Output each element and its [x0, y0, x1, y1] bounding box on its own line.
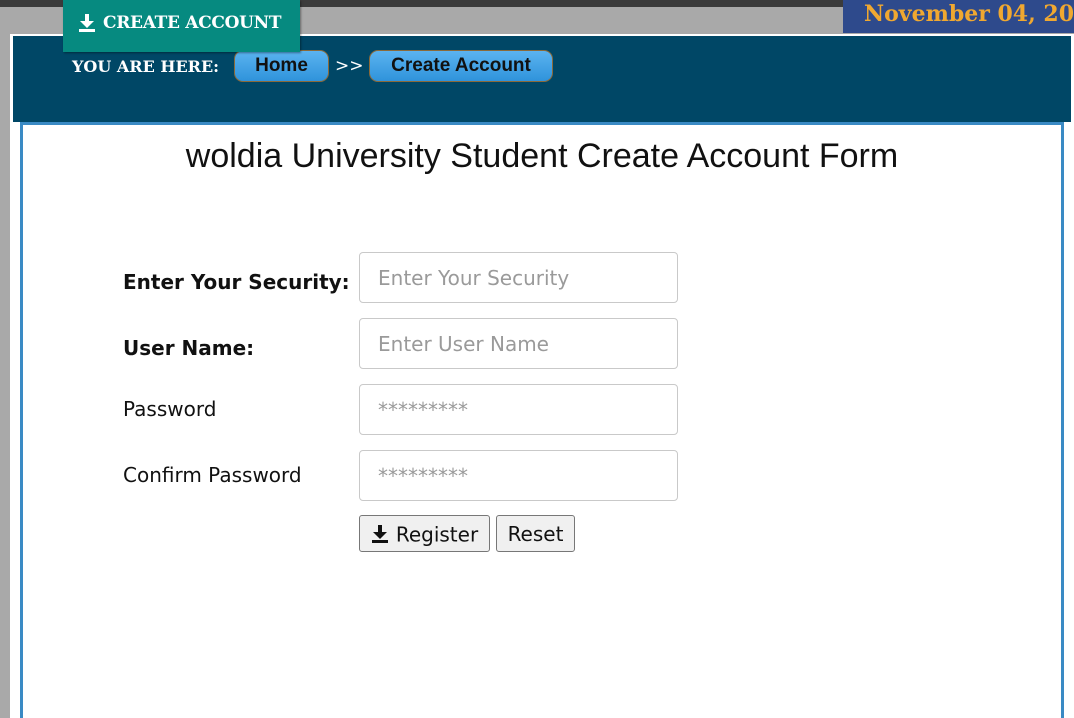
breadcrumb-home-button[interactable]: Home: [234, 50, 329, 82]
date-banner: November 04, 2024: [843, 0, 1074, 33]
download-icon: [371, 525, 388, 544]
password-label: Password: [123, 397, 217, 421]
download-icon: [79, 14, 95, 32]
password-input[interactable]: [359, 384, 678, 435]
security-input[interactable]: [359, 252, 678, 303]
reset-button[interactable]: Reset: [496, 515, 575, 552]
page-frame: YOU ARE HERE: Home >> Create Account wol…: [10, 34, 1074, 718]
breadcrumb-current-button[interactable]: Create Account: [369, 50, 553, 82]
confirm-password-label: Confirm Password: [123, 463, 302, 487]
page-title: woldia University Student Create Account…: [185, 137, 899, 175]
form-panel: woldia University Student Create Account…: [20, 122, 1064, 718]
username-input[interactable]: [359, 318, 678, 369]
security-label: Enter Your Security:: [123, 270, 350, 294]
username-label: User Name:: [123, 336, 255, 360]
confirm-password-input[interactable]: [359, 450, 678, 501]
current-date: November 04, 2024: [864, 1, 1074, 27]
breadcrumb-label: YOU ARE HERE:: [72, 57, 220, 76]
register-button[interactable]: Register: [359, 515, 490, 552]
breadcrumb-separator: >>: [335, 56, 364, 76]
register-label: Register: [395, 522, 479, 547]
create-account-tab-label: CREATE ACCOUNT: [103, 13, 282, 33]
create-account-tab[interactable]: CREATE ACCOUNT: [63, 0, 300, 52]
